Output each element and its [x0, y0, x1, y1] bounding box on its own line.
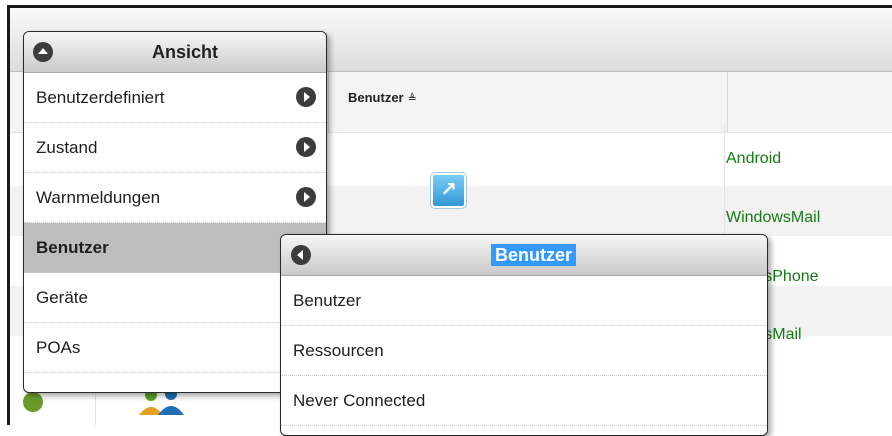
selected-title-text: Benutzer [491, 244, 577, 266]
status-dot-icon [23, 392, 43, 412]
column-separator [727, 72, 728, 132]
circle-arrow-right-icon[interactable] [296, 137, 316, 157]
circle-arrow-left-icon[interactable] [291, 245, 311, 265]
circle-arrow-right-icon[interactable] [296, 187, 316, 207]
menu-item-label: Never Connected [293, 391, 426, 410]
column-separator [328, 72, 329, 132]
device-cell: WindowsMail [726, 209, 821, 226]
menu-item-label: Geräte [36, 288, 88, 307]
circle-arrow-right-icon[interactable] [296, 87, 316, 107]
users-submenu-title: Benutzer [491, 235, 577, 275]
column-header-label: Benutzer [348, 90, 404, 105]
users-submenu-item-ressourcen[interactable]: Ressourcen [281, 326, 767, 376]
view-menu-header[interactable]: Ansicht [24, 32, 326, 73]
menu-item-label: POAs [36, 338, 81, 357]
view-menu-item-benutzerdefiniert[interactable]: Benutzerdefiniert [24, 73, 326, 123]
menu-item-label: Benutzer [293, 291, 362, 310]
external-link-icon[interactable]: ↗ [431, 173, 466, 208]
menu-item-label: Benutzerdefiniert [36, 88, 165, 107]
view-menu-title: Ansicht [152, 42, 219, 62]
device-cell: Android [726, 150, 782, 167]
circle-arrow-up-icon[interactable] [33, 42, 53, 62]
view-menu-item-warnmeldungen[interactable]: Warnmeldungen [24, 173, 326, 223]
menu-item-label: Zustand [36, 138, 98, 157]
menu-item-label: Warnmeldungen [36, 188, 161, 207]
sort-icon[interactable]: ≜ [408, 93, 417, 105]
view-menu-item-zustand[interactable]: Zustand [24, 123, 326, 173]
users-submenu-item-benutzer[interactable]: Benutzer [281, 276, 767, 326]
users-submenu: Benutzer Benutzer Ressourcen Never Conne… [280, 234, 768, 436]
menu-item-label: Ressourcen [293, 341, 384, 360]
users-submenu-item-never-connected[interactable]: Never Connected [281, 376, 767, 426]
users-submenu-header[interactable]: Benutzer [281, 235, 767, 276]
menu-item-label: Benutzer [36, 238, 109, 257]
column-header-benutzer[interactable]: Benutzer ≜ [348, 90, 417, 105]
